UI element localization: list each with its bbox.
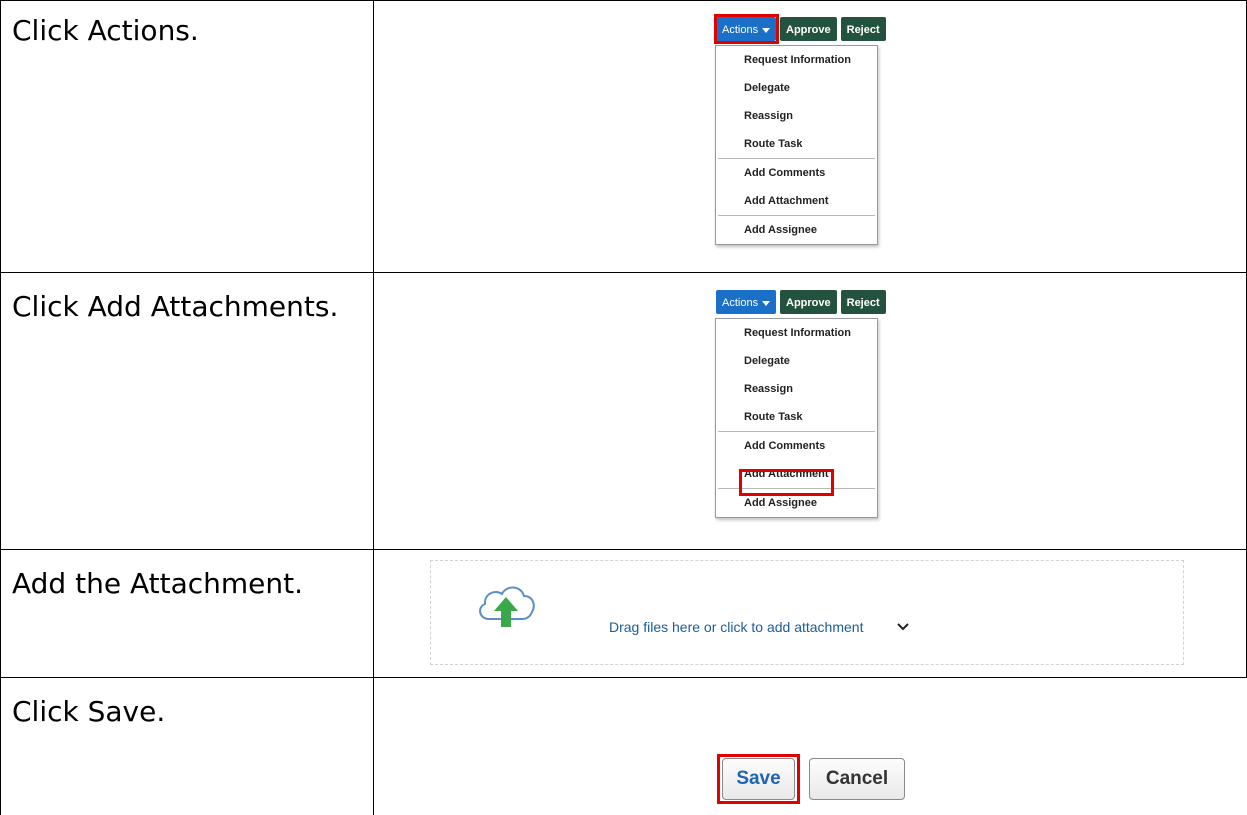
chevron-down-icon[interactable] (896, 621, 910, 633)
step-2-instruction: Click Add Attachments. (12, 290, 339, 323)
menu-item-add-comments[interactable]: Add Comments (716, 159, 877, 187)
save-button[interactable]: Save (722, 758, 795, 800)
menu-item-add-attachment[interactable]: Add Attachment (716, 187, 877, 215)
menu-item-add-assignee[interactable]: Add Assignee (716, 489, 877, 517)
caret-down-icon (762, 27, 771, 33)
cloud-upload-icon (479, 586, 535, 627)
actions-button[interactable]: Actions (716, 17, 776, 41)
actions-button[interactable]: Actions (716, 290, 776, 314)
menu-item-route-task[interactable]: Route Task (716, 130, 877, 158)
menu-item-route-task[interactable]: Route Task (716, 403, 877, 431)
attachment-dropzone[interactable]: Drag files here or click to add attachme… (430, 560, 1184, 665)
approve-button[interactable]: Approve (780, 290, 837, 314)
action-toolbar: Actions Approve Reject (716, 290, 886, 314)
menu-item-add-comments[interactable]: Add Comments (716, 432, 877, 460)
menu-item-add-assignee[interactable]: Add Assignee (716, 216, 877, 244)
table-border-left (0, 0, 1, 815)
actions-button-label: Actions (722, 297, 759, 309)
menu-item-delegate[interactable]: Delegate (716, 347, 877, 375)
actions-dropdown-menu: Request Information Delegate Reassign Ro… (715, 318, 878, 518)
menu-item-request-information[interactable]: Request Information (716, 46, 877, 74)
step-4-instruction: Click Save. (12, 695, 166, 728)
reject-button[interactable]: Reject (840, 17, 886, 41)
table-border-top (0, 0, 1247, 1)
step-1-instruction: Click Actions. (12, 14, 199, 47)
actions-dropdown-menu: Request Information Delegate Reassign Ro… (715, 45, 878, 245)
table-row-divider (0, 549, 1247, 550)
menu-item-delegate[interactable]: Delegate (716, 74, 877, 102)
table-column-divider (373, 0, 374, 815)
menu-item-request-information[interactable]: Request Information (716, 319, 877, 347)
menu-item-reassign[interactable]: Reassign (716, 375, 877, 403)
table-row-divider (0, 677, 1247, 678)
caret-down-icon (762, 300, 771, 306)
menu-item-add-attachment[interactable]: Add Attachment (716, 460, 877, 488)
table-row-divider (0, 272, 1247, 273)
action-toolbar: Actions Approve Reject (716, 17, 886, 41)
attachment-prompt[interactable]: Drag files here or click to add attachme… (609, 619, 863, 635)
menu-item-reassign[interactable]: Reassign (716, 102, 877, 130)
reject-button[interactable]: Reject (840, 290, 886, 314)
actions-button-label: Actions (722, 24, 759, 36)
step-3-instruction: Add the Attachment. (12, 567, 304, 600)
cancel-button[interactable]: Cancel (809, 758, 905, 800)
instruction-table (0, 0, 1247, 815)
approve-button[interactable]: Approve (780, 17, 837, 41)
